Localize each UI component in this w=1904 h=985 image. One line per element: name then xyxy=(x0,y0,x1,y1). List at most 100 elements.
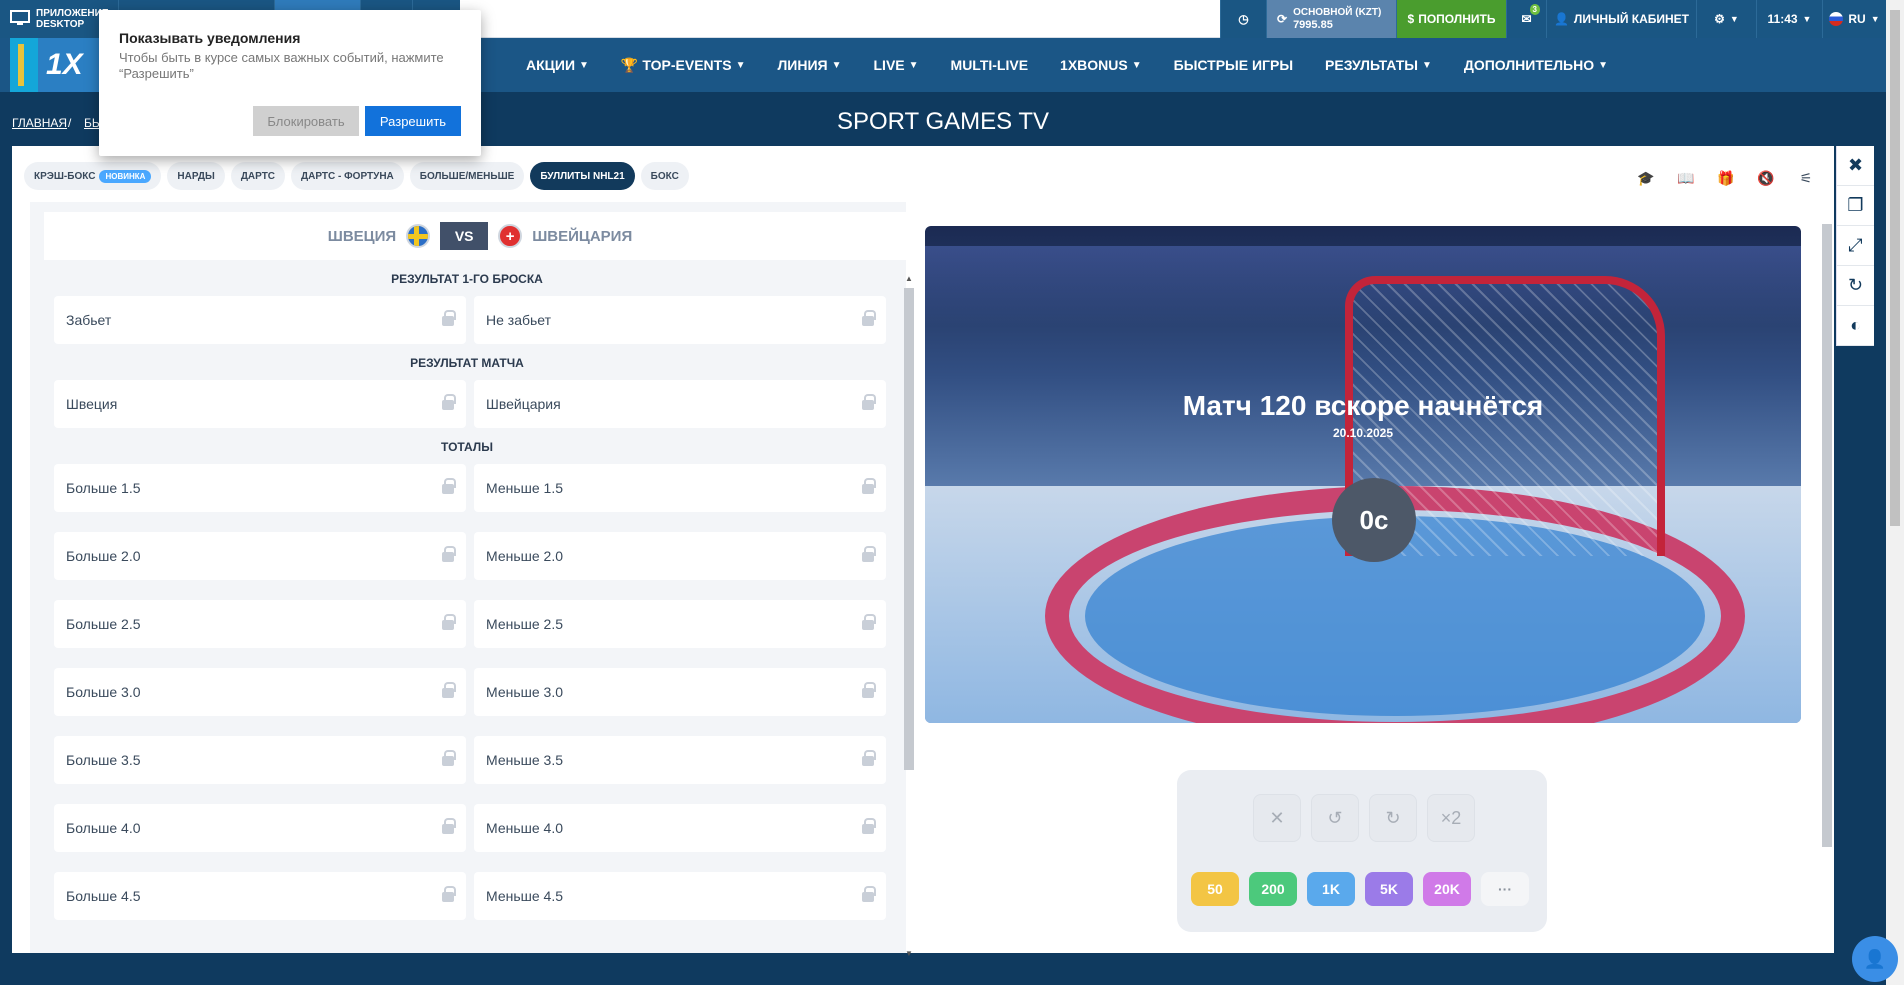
toggle-icon[interactable]: ◐ xyxy=(1837,306,1874,346)
messages-button[interactable]: ✉ 3 xyxy=(1506,0,1546,38)
nav-item-promotions[interactable]: АКЦИИ ▼ xyxy=(510,57,605,73)
history-button[interactable]: ◷ xyxy=(1220,0,1266,38)
tab-label: КРЭШ-БОКС xyxy=(34,170,96,182)
account-balance[interactable]: ⟳ ОСНОВНОЙ (KZT) 7995.85 xyxy=(1266,0,1396,38)
chip-200[interactable]: 200 xyxy=(1249,872,1297,906)
allow-button[interactable]: Разрешить xyxy=(365,106,461,136)
deposit-label: ПОПОЛНИТЬ xyxy=(1418,12,1496,26)
user-icon: 👤 xyxy=(1553,12,1569,26)
nav-label: TOP-EVENTS xyxy=(642,57,732,73)
odd-button[interactable]: Меньше 2.5 xyxy=(474,600,886,648)
odd-label: Меньше 3.0 xyxy=(486,684,563,700)
gift-icon[interactable]: 🎁 xyxy=(1714,166,1738,190)
scroll-down-arrow-icon[interactable]: ▼ xyxy=(905,949,913,958)
scrollbar-thumb[interactable] xyxy=(904,288,914,770)
flag-ru-icon xyxy=(1829,12,1844,26)
copy-window-icon[interactable]: ❐ xyxy=(1837,186,1874,226)
tab-label: БУЛЛИТЫ NHL21 xyxy=(540,170,625,182)
language-selector[interactable]: RU ▼ xyxy=(1822,0,1886,38)
time-selector[interactable]: 11:43 ▼ xyxy=(1756,0,1822,38)
chip-50[interactable]: 50 xyxy=(1191,872,1239,906)
section-first-shot: РЕЗУЛЬТАТ 1-ГО БРОСКА xyxy=(391,272,543,286)
personal-cabinet-button[interactable]: 👤 ЛИЧНЫЙ КАБИНЕТ xyxy=(1546,0,1696,38)
odd-button[interactable]: Больше 2.5 xyxy=(54,600,466,648)
odd-button[interactable]: Не забьет xyxy=(474,296,886,344)
odd-button[interactable]: Больше 2.0 xyxy=(54,532,466,580)
odd-button[interactable]: Забьет xyxy=(54,296,466,344)
undo-button[interactable]: ↺ xyxy=(1311,794,1359,842)
chip-20k[interactable]: 20K xyxy=(1423,872,1471,906)
game-tabs: КРЭШ-БОКС НОВИНКА НАРДЫ ДАРТС ДАРТС - ФОР… xyxy=(24,162,689,190)
site-logo[interactable]: 1X xyxy=(10,38,100,92)
tab-darts[interactable]: ДАРТС xyxy=(230,162,286,190)
lock-icon xyxy=(442,478,456,494)
odd-button[interactable]: Меньше 3.5 xyxy=(474,736,886,784)
odd-label: Больше 4.5 xyxy=(66,888,141,904)
lock-icon xyxy=(442,310,456,326)
tab-crash-box[interactable]: КРЭШ-БОКС НОВИНКА xyxy=(24,162,162,190)
odd-button[interactable]: Меньше 2.0 xyxy=(474,532,886,580)
clear-bet-button[interactable]: ✕ xyxy=(1253,794,1301,842)
settings-button[interactable]: ⚙ ▼ xyxy=(1696,0,1756,38)
scrollbar-thumb[interactable] xyxy=(1822,224,1832,847)
trophy-icon: 🏆 xyxy=(620,56,639,73)
nav-item-top-events[interactable]: 🏆 TOP-EVENTS ▼ xyxy=(605,57,762,74)
tab-backgammon[interactable]: НАРДЫ xyxy=(167,162,225,190)
tab-higher-lower[interactable]: БОЛЬШЕ/МЕНЬШЕ xyxy=(409,162,525,190)
odd-label: Больше 3.5 xyxy=(66,752,141,768)
new-badge: НОВИНКА xyxy=(99,169,152,183)
scroll-up-arrow-icon[interactable]: ▲ xyxy=(905,274,913,283)
sound-off-icon[interactable]: 🔇 xyxy=(1754,166,1778,190)
panel-scrollbar[interactable] xyxy=(1820,210,1832,953)
nav-item-line[interactable]: ЛИНИЯ ▼ xyxy=(761,57,857,73)
odd-button[interactable]: Меньше 4.5 xyxy=(474,872,886,920)
lock-icon xyxy=(862,682,876,698)
odd-button[interactable]: Швеция xyxy=(54,380,466,428)
lock-icon xyxy=(442,886,456,902)
odd-button[interactable]: Меньше 3.0 xyxy=(474,668,886,716)
account-balance-value: 7995.85 xyxy=(1293,19,1333,31)
odd-button[interactable]: Больше 1.5 xyxy=(54,464,466,512)
nav-item-more[interactable]: ДОПОЛНИТЕЛЬНО ▼ xyxy=(1448,57,1624,73)
odd-button[interactable]: Больше 4.0 xyxy=(54,804,466,852)
lock-icon xyxy=(862,310,876,326)
odd-label: Больше 2.0 xyxy=(66,548,141,564)
more-chips-button[interactable]: ··· xyxy=(1481,872,1529,906)
countdown-timer: 0с xyxy=(1332,478,1416,562)
deposit-button[interactable]: $ ПОПОЛНИТЬ xyxy=(1396,0,1506,38)
logo-text: 1X xyxy=(46,48,83,81)
scrollbar-thumb[interactable] xyxy=(1890,10,1900,526)
nav-item-live[interactable]: LIVE ▼ xyxy=(858,57,935,73)
odd-button[interactable]: Больше 3.0 xyxy=(54,668,466,716)
double-bet-button[interactable]: ×2 xyxy=(1427,794,1475,842)
chip-1k[interactable]: 1K xyxy=(1307,872,1355,906)
nav-item-1xbonus[interactable]: 1XBONUS ▼ xyxy=(1044,57,1158,73)
page-scrollbar[interactable] xyxy=(1886,0,1904,985)
tab-darts-fortune[interactable]: ДАРТС - ФОРТУНА xyxy=(291,162,404,190)
bets-area: ШВЕЦИЯ VS + ШВЕЙЦАРИЯ РЕЗУЛЬТАТ 1-ГО БРО… xyxy=(30,202,916,958)
block-button[interactable]: Блокировать xyxy=(253,106,359,136)
reload-icon[interactable]: ↻ xyxy=(1837,266,1874,306)
odd-button[interactable]: Швейцария xyxy=(474,380,886,428)
nav-item-results[interactable]: РЕЗУЛЬТАТЫ ▼ xyxy=(1309,57,1448,73)
odd-button[interactable]: Больше 4.5 xyxy=(54,872,466,920)
nav-item-multi-live[interactable]: MULTI-LIVE xyxy=(935,57,1045,73)
book-icon[interactable]: 📖 xyxy=(1674,166,1698,190)
odd-button[interactable]: Меньше 1.5 xyxy=(474,464,886,512)
game-video[interactable]: Матч 120 вскоре начнётся 20.10.2025 0с xyxy=(925,226,1801,723)
lock-icon xyxy=(862,546,876,562)
tab-boxing[interactable]: БОКС xyxy=(640,162,689,190)
chip-5k[interactable]: 5K xyxy=(1365,872,1413,906)
fullscreen-icon[interactable]: ⤢ xyxy=(1837,226,1874,266)
odd-button[interactable]: Больше 3.5 xyxy=(54,736,466,784)
tab-shootout-nhl21[interactable]: БУЛЛИТЫ NHL21 xyxy=(530,162,635,190)
nav-label: БЫСТРЫЕ ИГРЫ xyxy=(1173,57,1294,73)
odd-button[interactable]: Меньше 4.0 xyxy=(474,804,886,852)
close-icon[interactable]: ✖ xyxy=(1837,146,1874,186)
settings-sliders-icon[interactable]: ⚟ xyxy=(1794,166,1818,190)
support-chat-button[interactable]: 👤 xyxy=(1852,936,1898,982)
nav-item-fast-games[interactable]: БЫСТРЫЕ ИГРЫ xyxy=(1158,57,1309,73)
bets-scrollbar[interactable]: ▲ ▼ xyxy=(902,274,914,958)
graduation-cap-icon[interactable]: 🎓 xyxy=(1634,166,1658,190)
redo-button[interactable]: ↻ xyxy=(1369,794,1417,842)
